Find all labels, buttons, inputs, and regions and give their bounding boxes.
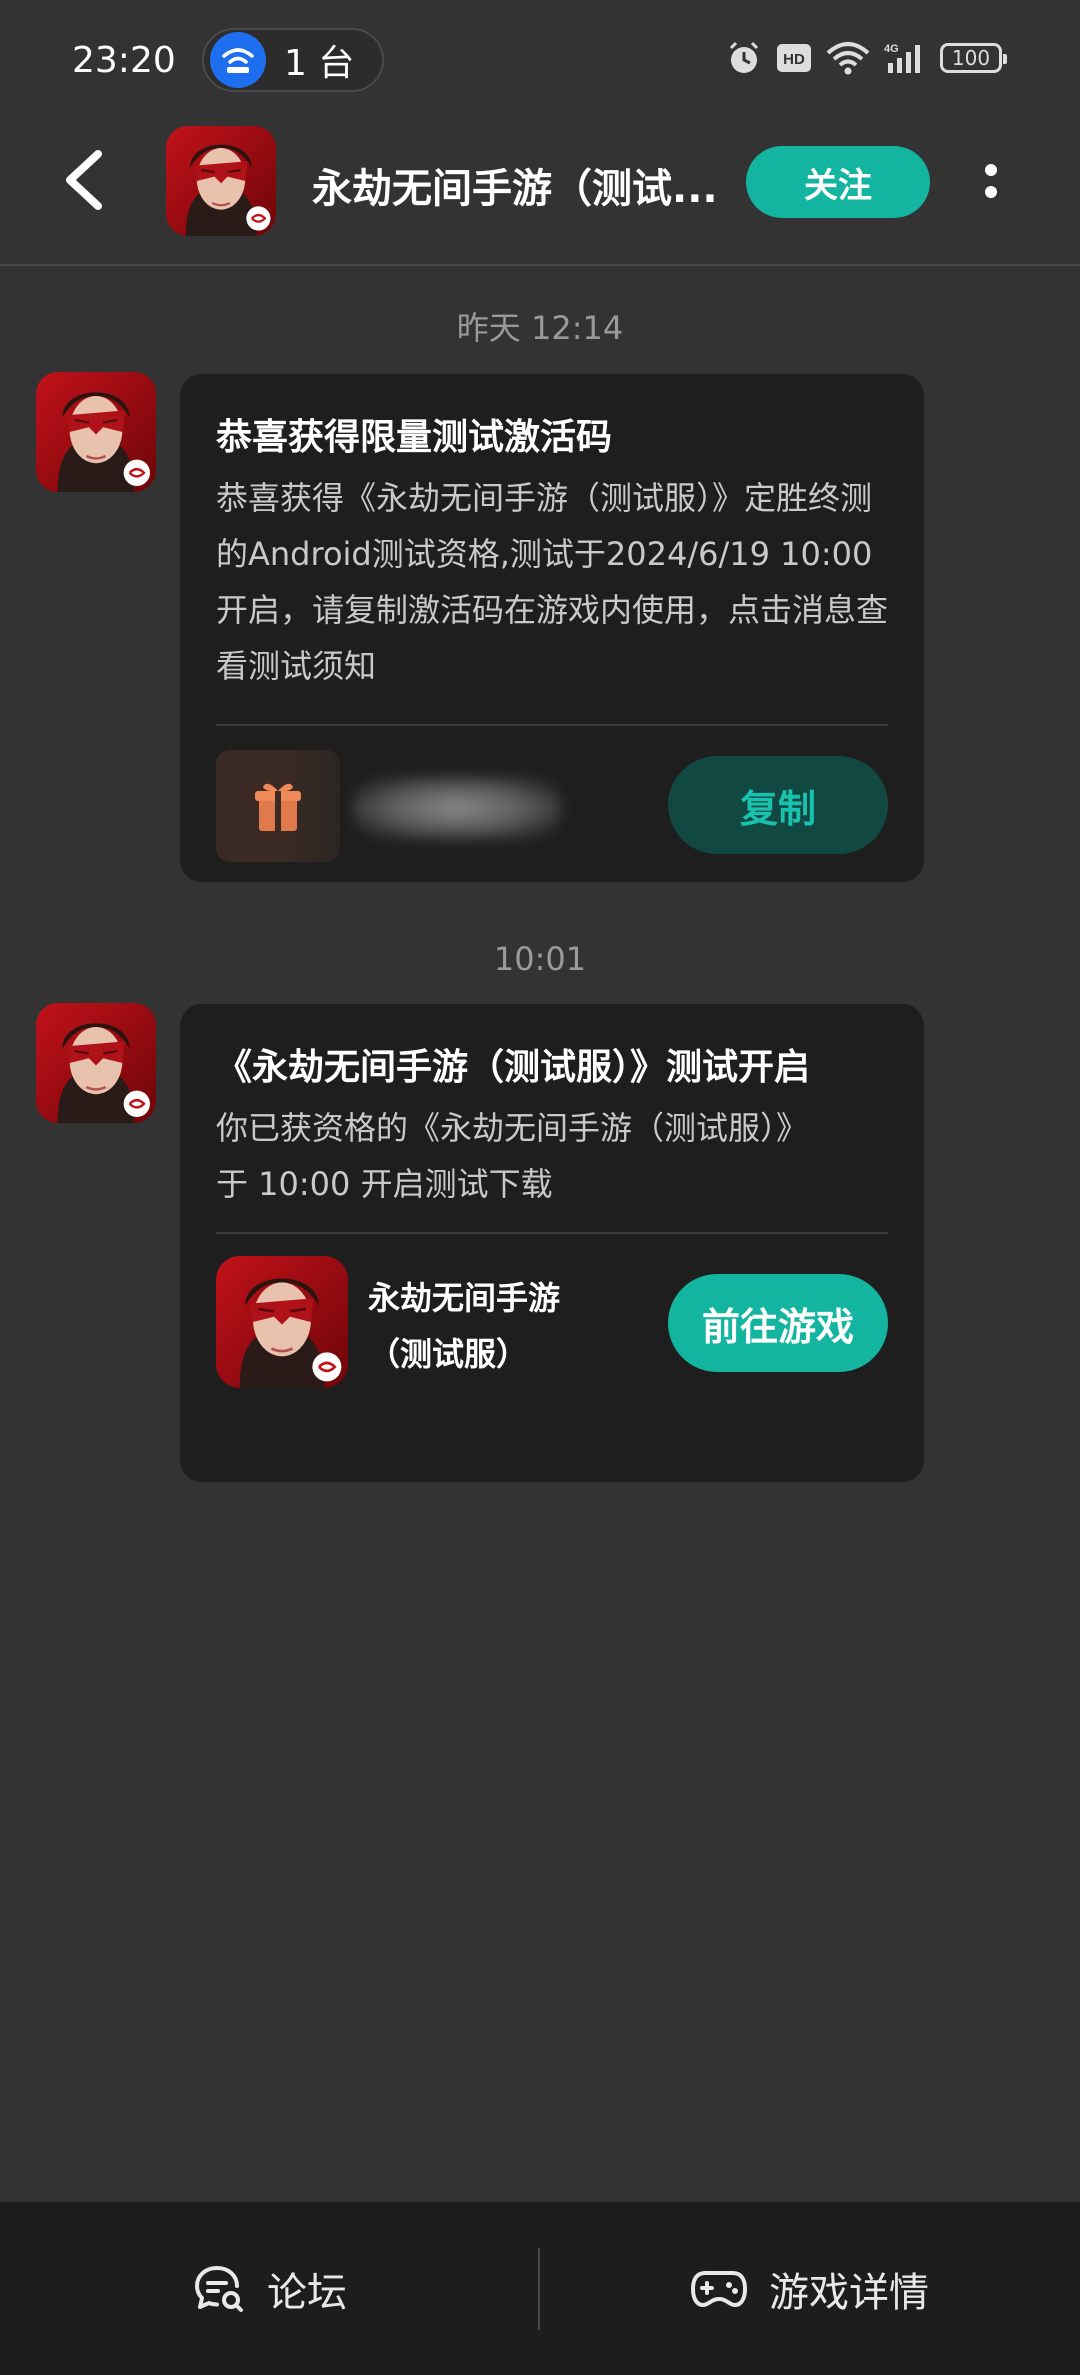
message-timestamp: 10:01: [493, 940, 587, 978]
message-body: 你已获资格的《永劫无间手游（测试服）》于 10:00 开启测试下载: [216, 1109, 793, 1203]
message-title: 《永劫无间手游（测试服）》测试开启: [216, 1047, 811, 1088]
chat-header: 永劫无间手游（测试... 关注: [0, 120, 1080, 266]
copy-button[interactable]: 复制: [668, 756, 888, 854]
sender-avatar[interactable]: [36, 372, 156, 492]
wifi-icon: [826, 42, 870, 75]
header-avatar[interactable]: [166, 126, 276, 236]
message-timestamp: 昨天 12:14: [456, 309, 624, 347]
message-title: 恭喜获得限量测试激活码: [216, 417, 613, 458]
bottom-bar: 论坛 游戏详情: [0, 2202, 1080, 2375]
forum-tab[interactable]: 论坛: [0, 2202, 540, 2375]
bottom-divider: [538, 2248, 540, 2330]
gift-icon: [216, 750, 340, 862]
more-icon[interactable]: [976, 156, 1006, 212]
status-icons: HD 4G 100: [726, 40, 1007, 76]
svg-text:HD: HD: [783, 51, 805, 68]
header-title: 永劫无间手游（测试...: [312, 166, 718, 212]
sender-avatar[interactable]: [36, 1003, 156, 1123]
hotspot-pill[interactable]: 1 台: [202, 28, 385, 92]
forum-icon: [195, 2265, 243, 2312]
message-card-activation[interactable]: 恭喜获得限量测试激活码 恭喜获得《永劫无间手游（测试服）》定胜终测的Androi…: [180, 374, 924, 882]
activation-code-redacted: [352, 776, 562, 840]
game-row: 永劫无间手游（测试服） 前往游戏: [216, 1234, 888, 1422]
forum-label: 论坛: [267, 2269, 347, 2316]
message-card-test-open[interactable]: 《永劫无间手游（测试服）》测试开启 你已获资格的《永劫无间手游（测试服）》于 1…: [180, 1004, 924, 1482]
go-to-game-button[interactable]: 前往游戏: [668, 1274, 888, 1372]
hotspot-icon: [210, 32, 266, 88]
gamepad-icon: [691, 2270, 747, 2307]
chat-screen: 23:20 1 台 HD 4G 100 永劫无间手游（测试... 关注 昨天 1…: [0, 0, 1080, 2375]
game-name: 永劫无间手游（测试服）: [368, 1279, 561, 1373]
follow-button[interactable]: 关注: [746, 146, 930, 218]
game-details-label: 游戏详情: [769, 2269, 929, 2316]
battery-icon: 100: [940, 43, 1007, 73]
hd-icon: HD: [777, 44, 811, 72]
game-details-tab[interactable]: 游戏详情: [540, 2202, 1080, 2375]
message-body: 恭喜获得《永劫无间手游（测试服）》定胜终测的Android测试资格,测试于202…: [216, 479, 889, 685]
alarm-icon: [729, 41, 759, 73]
status-bar: 23:20 1 台 HD 4G 100: [0, 0, 1080, 120]
status-time: 23:20: [72, 39, 176, 81]
svg-text:4G: 4G: [884, 43, 899, 55]
game-icon[interactable]: [216, 1256, 348, 1388]
signal-icon: 4G: [884, 43, 920, 73]
battery-level: 100: [951, 46, 991, 70]
back-icon[interactable]: [58, 148, 118, 212]
hotspot-count: 1 台: [284, 43, 355, 84]
activation-code-row: 复制: [216, 726, 888, 900]
